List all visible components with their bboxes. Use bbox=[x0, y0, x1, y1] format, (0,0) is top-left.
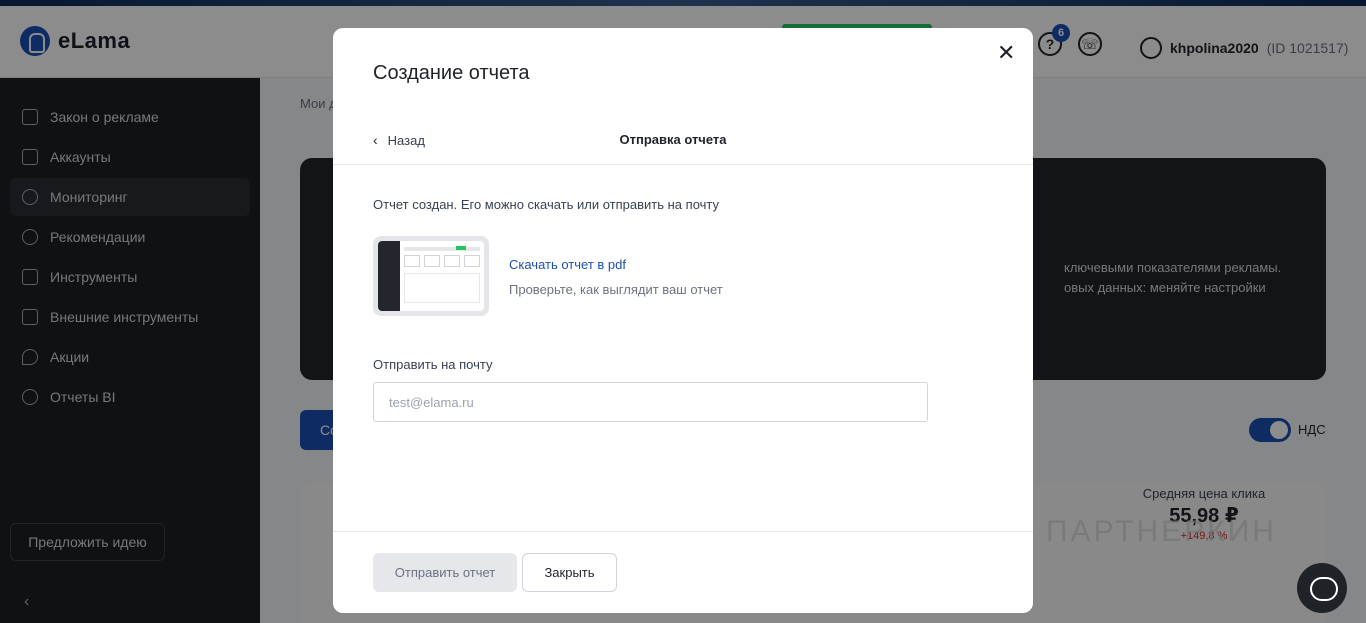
step-title: Отправка отчета bbox=[619, 132, 727, 147]
download-pdf-link[interactable]: Скачать отчет в pdf bbox=[509, 257, 626, 272]
chat-support-icon[interactable] bbox=[1297, 563, 1347, 613]
preview-box bbox=[424, 255, 440, 267]
report-preview-image bbox=[378, 241, 484, 311]
close-icon[interactable]: ✕ bbox=[997, 42, 1015, 64]
modal-title: Создание отчета bbox=[373, 62, 530, 84]
preview-box bbox=[444, 255, 460, 267]
preview-green-button bbox=[456, 246, 466, 250]
download-hint: Проверьте, как выглядит ваш отчет bbox=[509, 282, 723, 297]
create-report-modal: Создание отчета ✕ ‹ Назад Отправка отчет… bbox=[333, 28, 1033, 613]
preview-sidebar bbox=[378, 241, 400, 311]
preview-chart bbox=[404, 273, 480, 303]
preview-box bbox=[464, 255, 480, 267]
email-input[interactable] bbox=[373, 382, 928, 422]
report-preview-thumbnail[interactable] bbox=[373, 236, 489, 316]
divider bbox=[333, 164, 1033, 165]
divider bbox=[333, 531, 1033, 532]
send-report-button[interactable]: Отправить отчет bbox=[373, 553, 517, 592]
close-button[interactable]: Закрыть bbox=[522, 553, 617, 592]
preview-box bbox=[404, 255, 420, 267]
report-created-text: Отчет создан. Его можно скачать или отпр… bbox=[373, 197, 720, 212]
email-label: Отправить на почту bbox=[373, 357, 493, 372]
preview-header bbox=[404, 247, 480, 251]
